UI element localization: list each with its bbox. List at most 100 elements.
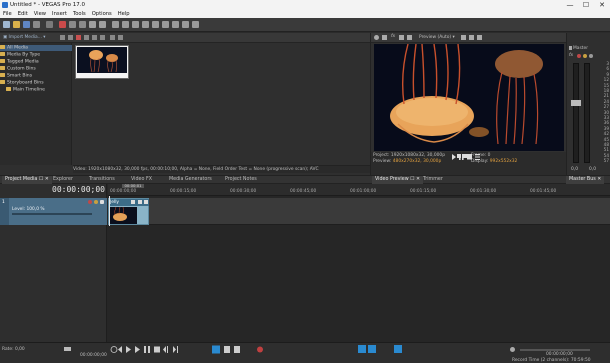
mute-icon[interactable] xyxy=(577,54,581,58)
menu-edit[interactable]: Edit xyxy=(15,10,31,18)
media-fx-icon[interactable] xyxy=(84,35,89,40)
tree-item-storyboard-bins[interactable]: Storyboard Bins xyxy=(0,80,44,86)
folder-icon xyxy=(0,45,5,49)
history-icon[interactable] xyxy=(112,21,119,28)
rate-slider-handle[interactable] xyxy=(64,347,71,351)
tab-project-media[interactable]: Project Media ☐ ✕ xyxy=(2,176,52,184)
ruler-label: 00:01:15;00 xyxy=(410,189,437,194)
remove-media-icon[interactable] xyxy=(76,35,81,40)
track-level-slider[interactable] xyxy=(12,213,92,215)
master-fader-handle[interactable] xyxy=(571,100,581,106)
menu-help[interactable]: Help xyxy=(115,10,133,18)
clip-fx-icon[interactable] xyxy=(138,200,142,204)
track-fx-icon[interactable] xyxy=(100,200,104,204)
minimize-button[interactable]: — xyxy=(562,0,578,10)
media-tags-icon[interactable] xyxy=(100,35,105,40)
tab-trimmer[interactable]: Trimmer xyxy=(420,176,446,184)
snapping-icon[interactable] xyxy=(162,21,169,28)
master-gear-icon[interactable] xyxy=(569,46,572,50)
folder-icon xyxy=(0,66,5,70)
jellyfish-preview-image xyxy=(374,44,564,151)
selection-tool-icon[interactable] xyxy=(142,21,149,28)
cut-icon[interactable] xyxy=(59,21,66,28)
tree-item-main-timeline[interactable]: Main Timeline xyxy=(6,87,45,93)
edit-tool-icon[interactable] xyxy=(122,21,129,28)
lock-envelopes-icon[interactable] xyxy=(182,21,189,28)
save-icon[interactable] xyxy=(23,21,30,28)
tab-master-bus[interactable]: Master Bus ✕ xyxy=(566,176,605,184)
video-track-header[interactable]: 1 Level: 100,0 % xyxy=(0,198,107,225)
tree-item-media-by-type[interactable]: Media By Type xyxy=(0,52,40,58)
open-icon[interactable] xyxy=(13,21,20,28)
ripple-edit-button[interactable] xyxy=(368,345,376,353)
tab-media-generators[interactable]: Media Generators xyxy=(166,176,215,184)
zoom-tool-icon[interactable] xyxy=(152,21,159,28)
snap-to-grid-button[interactable] xyxy=(358,345,366,353)
redo-icon[interactable] xyxy=(99,21,106,28)
close-button[interactable]: ✕ xyxy=(594,0,610,10)
views-icon[interactable] xyxy=(118,35,123,40)
meter-scale-label: 36 xyxy=(603,120,609,126)
external-monitor-icon[interactable] xyxy=(382,35,387,40)
media-properties-icon[interactable] xyxy=(92,35,97,40)
get-media-icon[interactable] xyxy=(68,35,73,40)
clip-name: Jelly xyxy=(110,200,120,205)
video-track-lane[interactable]: Jelly xyxy=(108,198,610,225)
tree-item-smart-bins[interactable]: Smart Bins xyxy=(0,73,32,79)
copy-icon[interactable] xyxy=(69,21,76,28)
tree-item-custom-bins[interactable]: Custom Bins xyxy=(0,66,36,72)
search-icon[interactable] xyxy=(110,35,115,40)
lock-button[interactable] xyxy=(394,345,402,353)
track-solo-icon[interactable] xyxy=(94,200,98,204)
clip-crop-icon[interactable] xyxy=(131,200,135,204)
overlays-icon[interactable] xyxy=(407,35,412,40)
zoom-icon[interactable] xyxy=(510,347,515,352)
maximize-button[interactable]: ☐ xyxy=(578,0,594,10)
cursor-marker[interactable]: 00:00:01 xyxy=(122,184,144,188)
undo-icon[interactable] xyxy=(89,21,96,28)
tree-item-label: Custom Bins xyxy=(7,66,36,72)
properties-icon[interactable] xyxy=(33,21,40,28)
paste-icon[interactable] xyxy=(79,21,86,28)
tab-transitions[interactable]: Transitions xyxy=(86,176,118,184)
tab-explorer[interactable]: Explorer xyxy=(50,176,76,184)
ignore-grouping-icon[interactable] xyxy=(192,21,199,28)
ruler-label: 00:01:00;00 xyxy=(350,189,377,194)
meter-scale-label: 30 xyxy=(603,109,609,115)
preview-settings-icon[interactable] xyxy=(374,35,379,40)
clip-menu-icon[interactable] xyxy=(144,200,148,204)
preview-options-icon[interactable] xyxy=(477,35,482,40)
copy-snapshot-icon[interactable] xyxy=(469,35,474,40)
menu-insert[interactable]: Insert xyxy=(49,10,70,18)
split-screen-icon[interactable] xyxy=(399,35,404,40)
solo-icon[interactable] xyxy=(583,54,587,58)
autoripple-icon[interactable] xyxy=(172,21,179,28)
preview-quality-dropdown[interactable]: Preview (Auto) ▾ xyxy=(419,35,455,40)
media-bins-tree: All Media Media By Type Tagged Media Cus… xyxy=(0,43,72,165)
media-thumbnail[interactable] xyxy=(75,45,129,79)
automation-icon[interactable] xyxy=(589,54,593,58)
zoom-slider[interactable] xyxy=(520,349,590,351)
menu-tools[interactable]: Tools xyxy=(70,10,89,18)
timeline-ruler[interactable]: 00:00:01 00:00:00;00 00:00:15;00 00:00:3… xyxy=(108,184,610,196)
capture-icon[interactable] xyxy=(60,35,65,40)
meter-scale-label: 9 xyxy=(606,71,609,77)
new-project-icon[interactable] xyxy=(3,21,10,28)
snapshot-icon[interactable] xyxy=(461,35,466,40)
empty-track-area[interactable] xyxy=(108,226,610,342)
envelope-tool-icon[interactable] xyxy=(132,21,139,28)
video-clip[interactable]: Jelly xyxy=(108,198,149,225)
master-level-meter xyxy=(573,63,579,163)
tab-project-notes[interactable]: Project Notes xyxy=(222,176,260,184)
menu-options[interactable]: Options xyxy=(89,10,115,18)
track-mute-icon[interactable] xyxy=(88,200,92,204)
video-fx-icon[interactable]: fx xyxy=(391,34,395,39)
menu-view[interactable]: View xyxy=(31,10,49,18)
tab-video-preview[interactable]: Video Preview ☐ ✕ xyxy=(372,176,424,184)
tree-item-all-media[interactable]: All Media xyxy=(0,45,72,51)
tree-item-tagged-media[interactable]: Tagged Media xyxy=(0,59,39,65)
render-icon[interactable] xyxy=(46,21,53,28)
master-fx-icon[interactable]: fx xyxy=(569,53,573,58)
import-media-button[interactable]: ▣ Import Media... ▾ xyxy=(3,35,46,40)
menu-file[interactable]: File xyxy=(0,10,15,18)
